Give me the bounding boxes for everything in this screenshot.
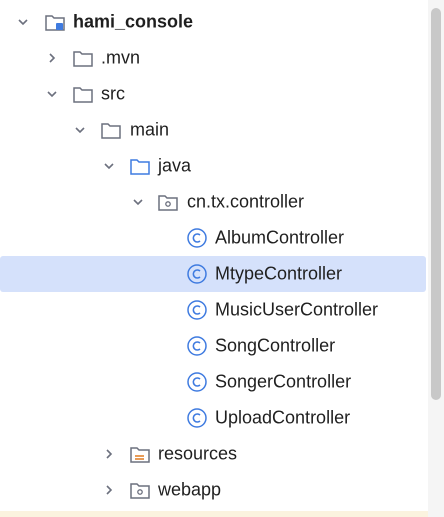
class-icon: [186, 263, 208, 285]
chevron-right-icon[interactable]: [43, 49, 61, 67]
tree-node-java[interactable]: java: [0, 148, 426, 184]
folder-icon: [100, 119, 122, 141]
tree-node-label: SongController: [215, 335, 336, 356]
chevron-down-icon[interactable]: [71, 121, 89, 139]
tree-node-label: webapp: [158, 479, 222, 500]
tree-node-class[interactable]: SongController: [0, 328, 426, 364]
tree-node-label: main: [130, 119, 170, 140]
tree-node-label: SongerController: [215, 371, 352, 392]
tree-node-hami-console[interactable]: hami_console: [0, 4, 426, 40]
tree-node-label: resources: [158, 443, 238, 464]
package-icon: [157, 191, 179, 213]
class-icon: [186, 299, 208, 321]
tree-node-label: src: [101, 83, 125, 104]
chevron-right-icon[interactable]: [100, 481, 118, 499]
tree-node-mvn[interactable]: .mvn: [0, 40, 426, 76]
chevron-down-icon[interactable]: [100, 157, 118, 175]
tree-node-label: UploadController: [215, 407, 351, 428]
chevron-right-icon[interactable]: [100, 445, 118, 463]
project-tree: hami_console .mvn src main java cn.tx.co…: [0, 4, 426, 508]
tree-node-label: MusicUserController: [215, 299, 379, 320]
tree-node-class[interactable]: AlbumController: [0, 220, 426, 256]
folder-icon: [72, 83, 94, 105]
tree-node-class[interactable]: MusicUserController: [0, 292, 426, 328]
class-icon: [186, 407, 208, 429]
tree-node-webapp[interactable]: webapp: [0, 472, 426, 508]
class-icon: [186, 371, 208, 393]
module-folder-icon: [44, 11, 66, 33]
tree-node-label: MtypeController: [215, 263, 343, 284]
resources-folder-icon: [129, 443, 151, 465]
chevron-down-icon[interactable]: [43, 85, 61, 103]
tree-node-label: java: [158, 155, 192, 176]
vertical-scrollbar[interactable]: [428, 0, 444, 517]
folder-icon: [72, 47, 94, 69]
tree-node-class[interactable]: SongerController: [0, 364, 426, 400]
tree-node-resources[interactable]: resources: [0, 436, 426, 472]
tree-node-label: cn.tx.controller: [187, 191, 305, 212]
class-icon: [186, 227, 208, 249]
scrollbar-thumb[interactable]: [431, 8, 441, 400]
tree-node-class-selected[interactable]: MtypeController: [0, 256, 426, 292]
tree-node-class[interactable]: UploadController: [0, 400, 426, 436]
chevron-down-icon[interactable]: [129, 193, 147, 211]
tree-node-package[interactable]: cn.tx.controller: [0, 184, 426, 220]
class-icon: [186, 335, 208, 357]
web-folder-icon: [129, 479, 151, 501]
source-root-folder-icon: [129, 155, 151, 177]
tree-node-label: .mvn: [101, 47, 141, 68]
chevron-down-icon[interactable]: [14, 13, 32, 31]
bottom-strip: [0, 511, 428, 517]
tree-node-src[interactable]: src: [0, 76, 426, 112]
tree-node-label: AlbumController: [215, 227, 345, 248]
tree-node-label: hami_console: [73, 11, 194, 32]
tree-node-main[interactable]: main: [0, 112, 426, 148]
